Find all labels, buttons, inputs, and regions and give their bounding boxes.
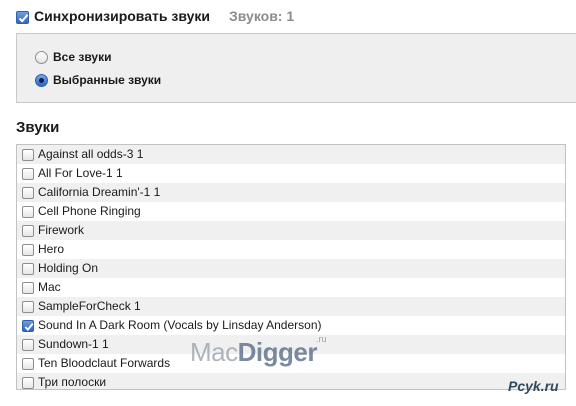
sound-label: All For Love-1 1 <box>38 166 123 180</box>
sound-label: Cell Phone Ringing <box>38 204 141 218</box>
checkmark-icon <box>24 322 34 332</box>
macdigger-watermark: MacDigger <box>190 337 317 367</box>
sounds-section-title: Звуки <box>16 119 60 136</box>
all-sounds-label[interactable]: Все звуки <box>53 50 111 64</box>
sync-sounds-label[interactable]: Синхронизировать звуки <box>34 8 210 24</box>
sync-options-panel: Все звуки Выбранные звуки <box>16 33 576 103</box>
sound-list-item[interactable]: All For Love-1 1 <box>17 164 565 183</box>
sound-checkbox[interactable] <box>22 301 34 313</box>
sound-list-item[interactable]: Cell Phone Ringing <box>17 202 565 221</box>
sound-checkbox[interactable] <box>22 263 34 275</box>
sound-label: Sundown-1 1 <box>38 337 109 351</box>
sound-checkbox[interactable] <box>22 149 34 161</box>
sound-checkbox[interactable] <box>22 225 34 237</box>
sound-checkbox[interactable] <box>22 168 34 180</box>
sound-list-item[interactable]: California Dreamin'-1 1 <box>17 183 565 202</box>
sound-label: Firework <box>38 223 85 237</box>
sound-label: Три полоски <box>38 375 107 389</box>
sound-checkbox[interactable] <box>22 187 34 199</box>
sound-checkbox[interactable] <box>22 339 34 351</box>
sound-list-item[interactable]: Три полоски <box>17 373 565 389</box>
sound-label: Mac <box>38 280 61 294</box>
sound-label: California Dreamin'-1 1 <box>38 185 161 199</box>
sound-label: Sound In A Dark Room (Vocals by Linsday … <box>38 318 322 332</box>
pcyk-logo: Pcyk.ru <box>508 378 559 394</box>
sound-list-item[interactable]: Holding On <box>17 259 565 278</box>
selected-sounds-radio[interactable] <box>35 74 48 87</box>
sound-list-item[interactable]: Against all odds-3 1 <box>17 145 565 164</box>
sound-label: SampleForCheck 1 <box>38 299 141 313</box>
sound-checkbox[interactable] <box>22 377 34 389</box>
sound-list-item[interactable]: Sound In A Dark Room (Vocals by Linsday … <box>17 316 565 335</box>
sound-label: Against all odds-3 1 <box>38 147 144 161</box>
sound-checkbox[interactable] <box>22 358 34 370</box>
sound-checkbox[interactable] <box>22 206 34 218</box>
sound-label: Hero <box>38 242 65 256</box>
sound-list-item[interactable]: Mac <box>17 278 565 297</box>
sounds-count: Звуков: 1 <box>229 8 295 24</box>
sound-label: Holding On <box>38 261 99 275</box>
checkmark-icon <box>18 14 29 23</box>
selected-sounds-label[interactable]: Выбранные звуки <box>53 73 161 87</box>
sound-checkbox[interactable] <box>22 320 34 332</box>
sound-list-item[interactable]: Hero <box>17 240 565 259</box>
sound-checkbox[interactable] <box>22 244 34 256</box>
all-sounds-radio[interactable] <box>35 51 48 64</box>
sound-label: Ten Bloodclaut Forwards <box>38 356 171 370</box>
sound-list-item[interactable]: Firework <box>17 221 565 240</box>
sync-sounds-checkbox[interactable] <box>16 11 29 24</box>
macdigger-watermark-suffix: .ru <box>316 334 327 344</box>
sound-list-item[interactable]: SampleForCheck 1 <box>17 297 565 316</box>
sound-checkbox[interactable] <box>22 282 34 294</box>
